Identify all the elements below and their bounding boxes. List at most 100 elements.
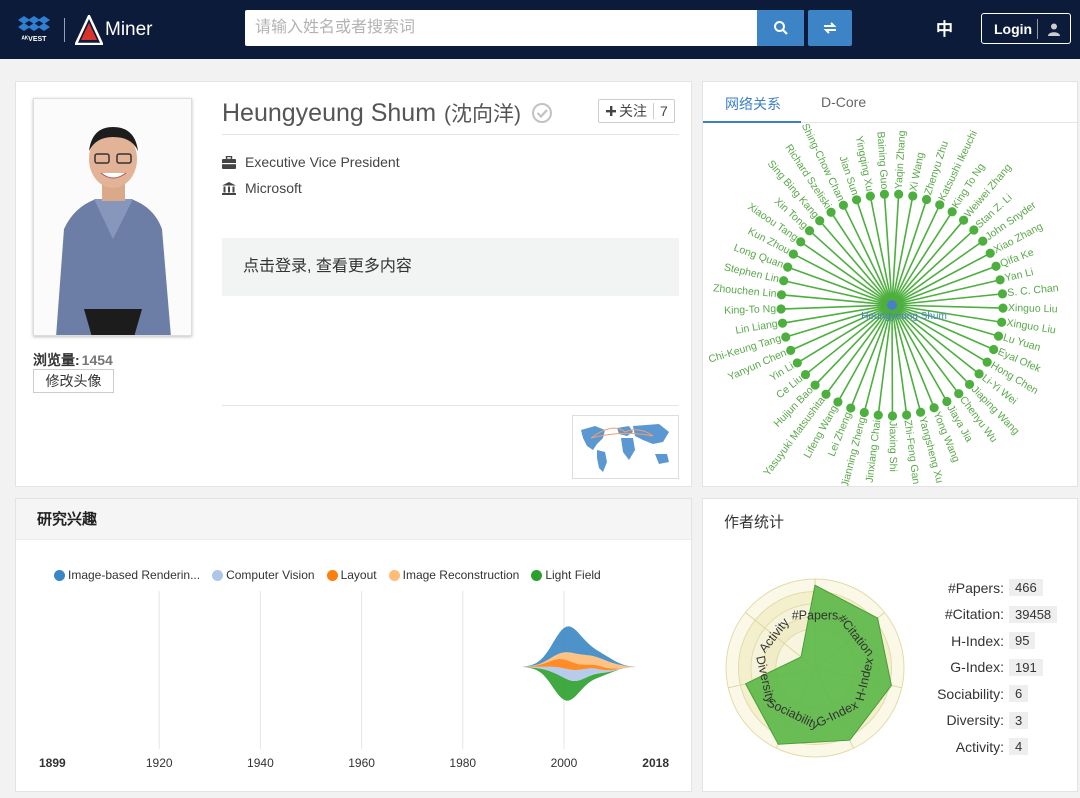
swap-arrows-icon bbox=[823, 22, 837, 34]
network-node[interactable] bbox=[804, 226, 815, 236]
network-node[interactable] bbox=[833, 397, 843, 407]
vest-logo-icon: ᴬᴷVEST bbox=[18, 16, 50, 43]
network-node[interactable] bbox=[796, 237, 806, 247]
network-node[interactable] bbox=[810, 380, 820, 390]
network-center-node[interactable] bbox=[887, 300, 897, 310]
legend-label: Light Field bbox=[545, 568, 601, 582]
network-node[interactable] bbox=[865, 191, 875, 201]
legend-item[interactable]: Image-based Renderin... bbox=[54, 568, 200, 582]
network-node[interactable] bbox=[815, 216, 825, 226]
network-node[interactable] bbox=[859, 407, 869, 418]
x-tick-label: 1920 bbox=[146, 756, 173, 770]
network-node[interactable] bbox=[879, 189, 890, 199]
network-node[interactable] bbox=[993, 331, 1004, 341]
search-icon bbox=[773, 21, 788, 35]
stat-row: #Citation: 39458 bbox=[945, 605, 1058, 623]
network-node[interactable] bbox=[826, 207, 836, 217]
author-stats-title: 作者统计 bbox=[724, 514, 785, 531]
network-node[interactable] bbox=[887, 411, 898, 421]
position-text: Executive Vice President bbox=[245, 154, 400, 170]
legend-label: Image Reconstruction bbox=[402, 568, 520, 582]
login-button[interactable]: Login bbox=[981, 13, 1071, 44]
radar-axis-label: #Papers bbox=[792, 609, 839, 623]
edit-avatar-button[interactable]: 修改头像 bbox=[33, 369, 114, 393]
legend-item[interactable]: Light Field bbox=[531, 568, 601, 582]
name-divider bbox=[222, 134, 679, 135]
network-node[interactable] bbox=[998, 303, 1008, 313]
network-node-label: Baining Guo bbox=[874, 131, 890, 190]
x-tick-label: 1980 bbox=[449, 756, 476, 770]
network-node[interactable] bbox=[997, 317, 1007, 327]
network-node[interactable] bbox=[846, 403, 856, 413]
x-tick-label: 2000 bbox=[551, 756, 578, 770]
network-node[interactable] bbox=[792, 358, 802, 368]
research-interests-title: 研究兴趣 bbox=[16, 499, 691, 540]
network-node[interactable] bbox=[894, 189, 904, 199]
world-map-thumbnail[interactable] bbox=[572, 415, 679, 479]
research-interest-streamgraph[interactable]: 1899 1920 1940 1960 1980 2000 2018 bbox=[16, 589, 693, 789]
network-node[interactable] bbox=[781, 332, 791, 342]
login-prompt[interactable]: 点击登录, 查看更多内容 bbox=[222, 238, 679, 296]
network-node[interactable] bbox=[788, 249, 798, 259]
network-node[interactable] bbox=[776, 290, 787, 300]
institution-icon bbox=[222, 181, 236, 195]
legend-dot bbox=[326, 569, 338, 581]
x-tick-label: 1960 bbox=[348, 756, 375, 770]
network-node[interactable] bbox=[995, 275, 1005, 285]
network-node[interactable] bbox=[779, 276, 789, 286]
stat-label: H-Index: bbox=[951, 632, 1004, 649]
network-node[interactable] bbox=[873, 410, 883, 420]
logo-group[interactable]: ᴬᴷVEST Miner bbox=[14, 12, 153, 48]
legend-label: Layout bbox=[340, 568, 377, 582]
network-node[interactable] bbox=[783, 262, 793, 272]
network-node[interactable] bbox=[786, 345, 796, 355]
aminer-a-logo-icon bbox=[75, 15, 103, 45]
profile-bottom-divider bbox=[222, 405, 679, 406]
search-input[interactable] bbox=[245, 10, 757, 46]
stat-label: Activity: bbox=[955, 738, 1004, 755]
x-tick-label: 1899 bbox=[39, 756, 66, 770]
logo-divider bbox=[64, 18, 65, 42]
stat-value: 95 bbox=[1009, 632, 1036, 649]
network-tabs: 网络关系 D-Core bbox=[703, 82, 1079, 123]
network-node[interactable] bbox=[915, 407, 926, 417]
switch-search-button[interactable] bbox=[808, 10, 852, 46]
legend-item[interactable]: Image Reconstruction bbox=[388, 568, 520, 582]
network-node[interactable] bbox=[902, 410, 912, 420]
stat-label: #Papers: bbox=[947, 579, 1004, 596]
tab-d-core[interactable]: D-Core bbox=[821, 94, 866, 110]
affiliation-text: Microsoft bbox=[245, 180, 302, 196]
legend-label: Computer Vision bbox=[226, 568, 315, 582]
search-button[interactable] bbox=[757, 10, 804, 46]
stat-value: 39458 bbox=[1009, 605, 1058, 623]
network-node[interactable] bbox=[851, 195, 862, 205]
view-count: 浏览量: 1454 bbox=[33, 350, 113, 370]
network-node[interactable] bbox=[776, 304, 786, 314]
language-toggle[interactable]: 中 bbox=[936, 15, 962, 41]
stat-value: 191 bbox=[1009, 658, 1043, 676]
stat-label: G-Index: bbox=[950, 659, 1004, 675]
legend-dot bbox=[531, 569, 543, 581]
profile-card: 浏览量: 1454 修改头像 Heungyeung Shum (沈向洋) 关注 7… bbox=[15, 81, 692, 487]
language-label: 中 bbox=[936, 20, 953, 39]
profile-name: Heungyeung Shum (沈向洋) bbox=[222, 98, 553, 128]
network-node[interactable] bbox=[997, 289, 1008, 299]
coauthor-network-graph[interactable]: Yaqin Zhang Xi WangZhenyu ZhuKatsushi Ike… bbox=[703, 124, 1079, 486]
network-node[interactable] bbox=[777, 318, 788, 328]
plus-icon bbox=[606, 106, 616, 116]
follow-button[interactable]: 关注 7 bbox=[598, 99, 675, 123]
stream-legend: Image-based Renderin... Computer Vision La… bbox=[54, 568, 613, 582]
network-node-label: Xinguo Liu bbox=[1008, 302, 1058, 315]
network-node[interactable] bbox=[908, 191, 918, 201]
person-portrait-image bbox=[34, 99, 191, 335]
legend-item[interactable]: Layout bbox=[326, 568, 377, 582]
stat-value: 4 bbox=[1009, 738, 1029, 755]
legend-item[interactable]: Computer Vision bbox=[212, 568, 315, 582]
stat-label: Diversity: bbox=[946, 712, 1004, 728]
network-node[interactable] bbox=[800, 369, 811, 380]
network-node[interactable] bbox=[838, 200, 849, 210]
tab-network[interactable]: 网络关系 bbox=[725, 94, 781, 114]
stat-value: 6 bbox=[1009, 685, 1029, 702]
network-node[interactable] bbox=[821, 389, 831, 399]
svg-text:ᴬᴷVEST: ᴬᴷVEST bbox=[22, 35, 48, 43]
